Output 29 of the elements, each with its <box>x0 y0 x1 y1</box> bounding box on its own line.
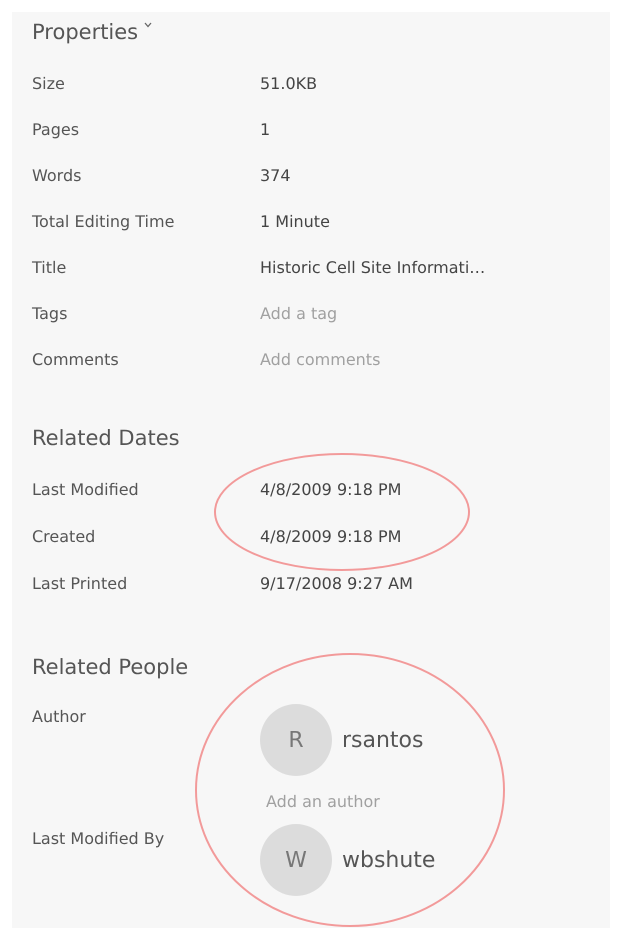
property-label: Pages <box>32 120 80 138</box>
person-name[interactable]: wbshute <box>342 848 436 872</box>
property-value: 1 <box>260 120 270 138</box>
property-label: Comments <box>32 350 120 368</box>
date-label: Last Modified <box>32 480 140 499</box>
section-heading: Properties <box>32 20 138 44</box>
property-label: Tags <box>32 304 68 322</box>
input-field[interactable]: Add an author <box>266 788 506 814</box>
date-label: Last Printed <box>32 574 128 593</box>
date-value: 4/8/2009 9:18 PM <box>260 480 402 499</box>
person-name[interactable]: rsantos <box>342 728 424 752</box>
property-value: 51.0KB <box>260 74 318 92</box>
person-role-label: Last Modified By <box>32 828 166 848</box>
date-label: Created <box>32 527 96 546</box>
input-field[interactable]: Add a tag <box>260 304 500 322</box>
property-label: Words <box>32 166 82 184</box>
date-value: 4/8/2009 9:18 PM <box>260 527 402 546</box>
caret-icon[interactable] <box>144 22 152 28</box>
input-field[interactable]: Add comments <box>260 350 500 368</box>
date-value: 9/17/2008 9:27 AM <box>260 574 413 593</box>
section-heading: Related People <box>32 655 188 679</box>
property-value: 1 Minute <box>260 212 330 230</box>
section-heading: Related Dates <box>32 426 180 450</box>
property-label: Title <box>32 258 68 276</box>
property-label: Size <box>32 74 66 92</box>
person-role-label: Author <box>32 706 87 726</box>
property-label: Total Editing Time <box>32 212 176 230</box>
property-value: 374 <box>260 166 291 184</box>
property-value: Historic Cell Site Informati… <box>260 258 486 276</box>
